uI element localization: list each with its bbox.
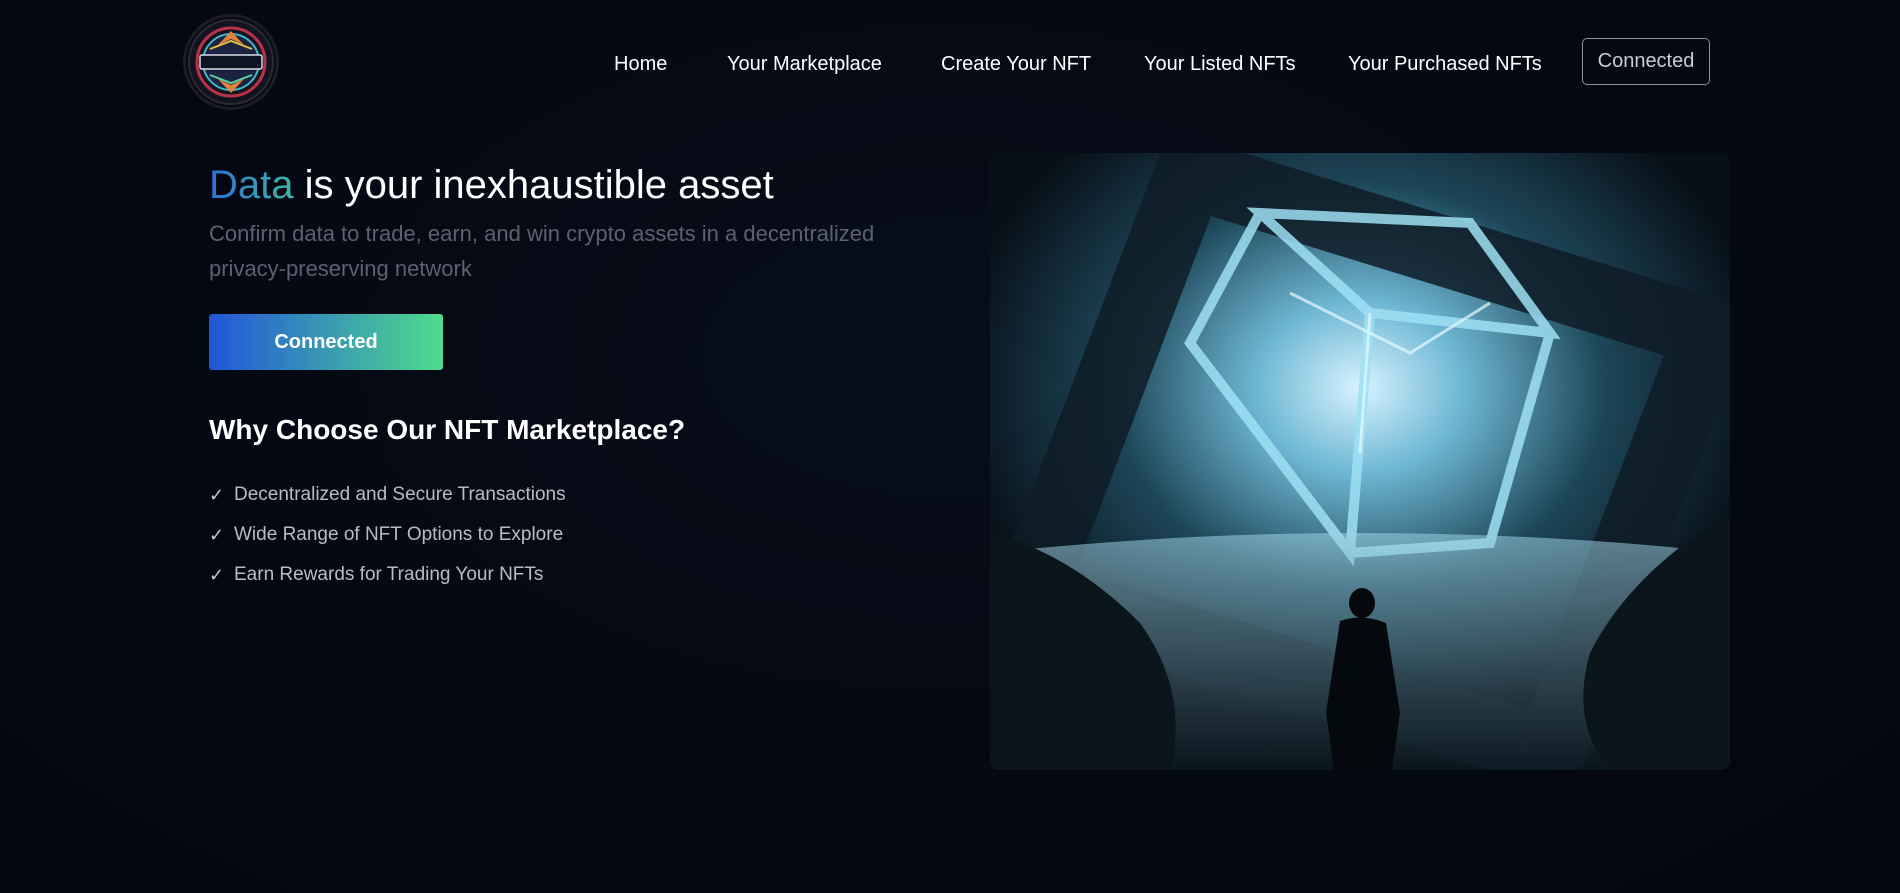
wallet-connected-button[interactable]: Connected <box>1582 38 1710 85</box>
page: Home Your Marketplace Create Your NFT Yo… <box>0 0 1900 893</box>
nav-listed-nfts-link[interactable]: Your Listed NFTs <box>1144 50 1296 78</box>
headline-rest: is your inexhaustible asset <box>293 163 774 207</box>
checkmark-icon: ✓ <box>209 565 225 585</box>
checkmark-icon: ✓ <box>209 525 225 545</box>
brand-logo[interactable] <box>183 14 279 110</box>
nav-home-link[interactable]: Home <box>614 50 667 78</box>
checkmark-icon: ✓ <box>209 485 225 505</box>
feature-item: ✓ Decentralized and Secure Transactions <box>209 480 566 520</box>
hero-artwork-image <box>990 153 1730 770</box>
nav-your-marketplace-link[interactable]: Your Marketplace <box>727 50 882 78</box>
nav-create-nft-link[interactable]: Create Your NFT <box>941 50 1091 78</box>
connected-cta-button[interactable]: Connected <box>209 314 443 370</box>
why-choose-heading: Why Choose Our NFT Marketplace? <box>209 414 686 445</box>
hero-headline: Data is your inexhaustible asset <box>209 160 774 210</box>
features-list: ✓ Decentralized and Secure Transactions … <box>209 480 566 600</box>
feature-text: Wide Range of NFT Options to Explore <box>234 524 564 545</box>
hero-subtext: Confirm data to trade, earn, and win cry… <box>209 221 875 281</box>
nav-purchased-nfts-link[interactable]: Your Purchased NFTs <box>1348 50 1542 78</box>
feature-text: Decentralized and Secure Transactions <box>234 484 566 505</box>
feature-item: ✓ Earn Rewards for Trading Your NFTs <box>209 560 566 600</box>
logo-badge-icon <box>188 19 274 105</box>
headline-accent-word: Data <box>209 163 294 207</box>
top-navbar: Home Your Marketplace Create Your NFT Yo… <box>0 0 1900 126</box>
feature-text: Earn Rewards for Trading Your NFTs <box>234 564 544 585</box>
glowing-cube-artwork <box>990 153 1730 770</box>
feature-item: ✓ Wide Range of NFT Options to Explore <box>209 520 566 560</box>
